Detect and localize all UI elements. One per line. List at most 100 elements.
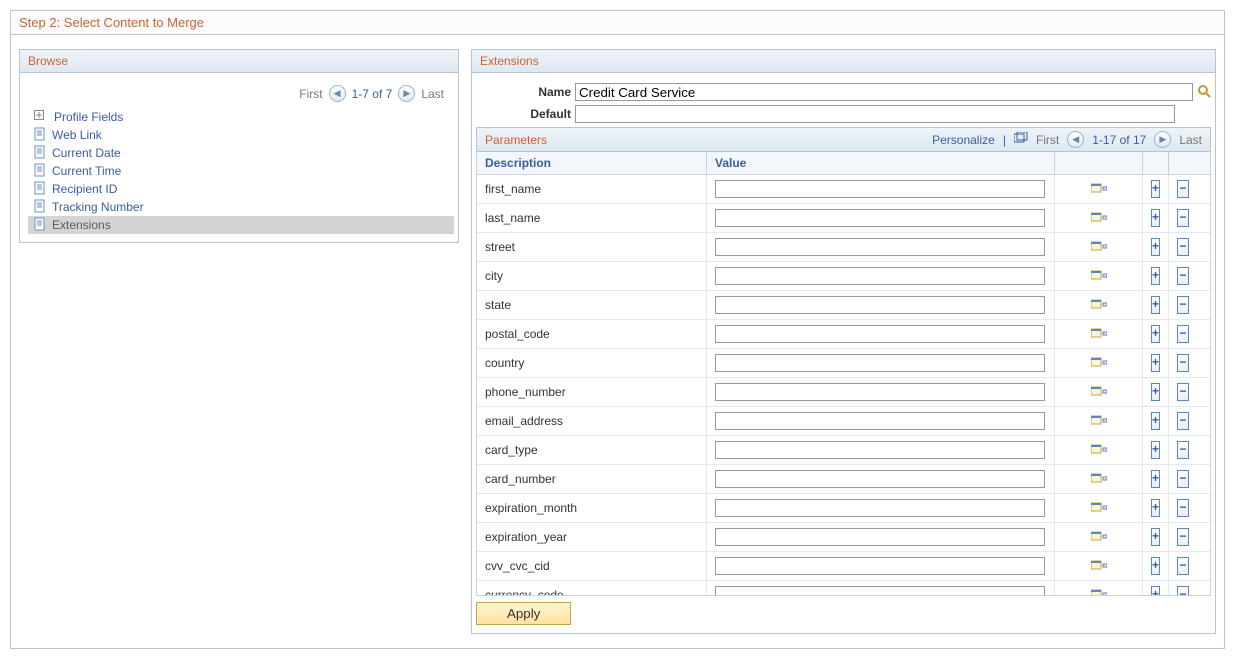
param-value-input[interactable] xyxy=(715,209,1045,227)
delete-row-button[interactable]: − xyxy=(1177,238,1189,256)
personalize-link[interactable]: Personalize xyxy=(932,133,995,147)
add-row-button[interactable]: + xyxy=(1151,180,1160,198)
prompt-icon[interactable] xyxy=(1091,239,1107,256)
table-row: city+− xyxy=(477,262,1210,291)
param-value-input[interactable] xyxy=(715,383,1045,401)
prompt-icon[interactable] xyxy=(1091,297,1107,314)
tree-item-label[interactable]: Current Date xyxy=(52,146,121,160)
add-row-button[interactable]: + xyxy=(1151,296,1160,314)
tree-item-label[interactable]: Profile Fields xyxy=(54,110,123,124)
tree-item[interactable]: Recipient ID xyxy=(28,180,454,198)
col-value[interactable]: Value xyxy=(707,152,1055,174)
add-row-button[interactable]: + xyxy=(1151,441,1160,459)
tree-item[interactable]: Current Time xyxy=(28,162,454,180)
add-row-button[interactable]: + xyxy=(1151,267,1160,285)
prompt-icon[interactable] xyxy=(1091,181,1107,198)
prompt-icon[interactable] xyxy=(1091,384,1107,401)
delete-row-button[interactable]: − xyxy=(1177,412,1189,430)
step-container: Step 2: Select Content to Merge Browse F… xyxy=(10,10,1225,649)
delete-row-button[interactable]: − xyxy=(1177,209,1189,227)
prompt-icon[interactable] xyxy=(1091,558,1107,575)
prompt-icon[interactable] xyxy=(1091,355,1107,372)
add-row-button[interactable]: + xyxy=(1151,383,1160,401)
tree-item-label[interactable]: Tracking Number xyxy=(52,200,144,214)
browse-next-button[interactable]: ▶ xyxy=(398,85,415,102)
prompt-icon[interactable] xyxy=(1091,529,1107,546)
default-input[interactable] xyxy=(575,105,1175,123)
param-value-input[interactable] xyxy=(715,325,1045,343)
param-value-input[interactable] xyxy=(715,180,1045,198)
prompt-icon[interactable] xyxy=(1091,500,1107,517)
tree-item-label: Extensions xyxy=(52,218,111,232)
param-value-input[interactable] xyxy=(715,412,1045,430)
param-description: cvv_cvc_cid xyxy=(477,552,707,580)
delete-row-button[interactable]: − xyxy=(1177,296,1189,314)
name-input[interactable] xyxy=(575,83,1193,101)
param-value-input[interactable] xyxy=(715,238,1045,256)
add-row-button[interactable]: + xyxy=(1151,470,1160,488)
tree-item-label[interactable]: Recipient ID xyxy=(52,182,117,196)
param-value-input[interactable] xyxy=(715,267,1045,285)
add-row-button[interactable]: + xyxy=(1151,499,1160,517)
doc-icon xyxy=(34,127,46,144)
prompt-icon[interactable] xyxy=(1091,413,1107,430)
add-row-button[interactable]: + xyxy=(1151,557,1160,575)
browse-prev-button[interactable]: ◀ xyxy=(329,85,346,102)
lookup-icon[interactable] xyxy=(1197,84,1211,101)
add-row-button[interactable]: + xyxy=(1151,528,1160,546)
delete-row-button[interactable]: − xyxy=(1177,499,1189,517)
params-nav-count: 1-17 of 17 xyxy=(1092,133,1146,147)
tree-item[interactable]: Web Link xyxy=(28,126,454,144)
table-row: cvv_cvc_cid +− xyxy=(477,552,1210,581)
delete-row-button[interactable]: − xyxy=(1177,441,1189,459)
delete-row-button[interactable]: − xyxy=(1177,470,1189,488)
browse-panel: Browse First ◀ 1-7 of 7 ▶ Last Profile F… xyxy=(19,49,459,243)
browse-title: Browse xyxy=(20,50,458,73)
tree-item[interactable]: Extensions xyxy=(28,216,454,234)
param-value-input[interactable] xyxy=(715,296,1045,314)
add-row-button[interactable]: + xyxy=(1151,586,1160,596)
add-row-button[interactable]: + xyxy=(1151,238,1160,256)
col-description[interactable]: Description xyxy=(477,152,707,174)
doc-icon xyxy=(34,217,46,234)
tree-item[interactable]: Tracking Number xyxy=(28,198,454,216)
extensions-panel: Extensions Name Default Paramet xyxy=(471,49,1216,634)
delete-row-button[interactable]: − xyxy=(1177,180,1189,198)
param-value-input[interactable] xyxy=(715,586,1045,596)
col-lookup xyxy=(1055,152,1143,174)
param-value-input[interactable] xyxy=(715,557,1045,575)
delete-row-button[interactable]: − xyxy=(1177,383,1189,401)
prompt-icon[interactable] xyxy=(1091,326,1107,343)
param-value-input[interactable] xyxy=(715,354,1045,372)
delete-row-button[interactable]: − xyxy=(1177,557,1189,575)
add-row-button[interactable]: + xyxy=(1151,412,1160,430)
delete-row-button[interactable]: − xyxy=(1177,586,1189,596)
tree-item-label[interactable]: Current Time xyxy=(52,164,121,178)
params-next-button[interactable]: ▶ xyxy=(1154,131,1171,148)
delete-row-button[interactable]: − xyxy=(1177,354,1189,372)
param-value-input[interactable] xyxy=(715,470,1045,488)
param-value-input[interactable] xyxy=(715,528,1045,546)
delete-row-button[interactable]: − xyxy=(1177,267,1189,285)
delete-row-button[interactable]: − xyxy=(1177,325,1189,343)
add-row-button[interactable]: + xyxy=(1151,325,1160,343)
params-prev-button[interactable]: ◀ xyxy=(1067,131,1084,148)
prompt-icon[interactable] xyxy=(1091,210,1107,227)
tree-item[interactable]: Current Date xyxy=(28,144,454,162)
tree-item[interactable]: Profile Fields xyxy=(28,108,454,126)
prompt-icon[interactable] xyxy=(1091,587,1107,597)
add-row-button[interactable]: + xyxy=(1151,354,1160,372)
param-value-input[interactable] xyxy=(715,441,1045,459)
prompt-icon[interactable] xyxy=(1091,442,1107,459)
tree-item-label[interactable]: Web Link xyxy=(52,128,102,142)
parameters-header: Parameters Personalize | First ◀ 1-17 of… xyxy=(476,127,1211,152)
prompt-icon[interactable] xyxy=(1091,268,1107,285)
delete-row-button[interactable]: − xyxy=(1177,528,1189,546)
add-row-button[interactable]: + xyxy=(1151,209,1160,227)
zoom-icon[interactable] xyxy=(1014,132,1028,147)
prompt-icon[interactable] xyxy=(1091,471,1107,488)
param-value-input[interactable] xyxy=(715,499,1045,517)
parameters-scroll[interactable]: first_name+−last_name+−street+−city+−sta… xyxy=(476,175,1211,596)
apply-button[interactable]: Apply xyxy=(476,602,571,625)
param-description: street xyxy=(477,233,707,261)
